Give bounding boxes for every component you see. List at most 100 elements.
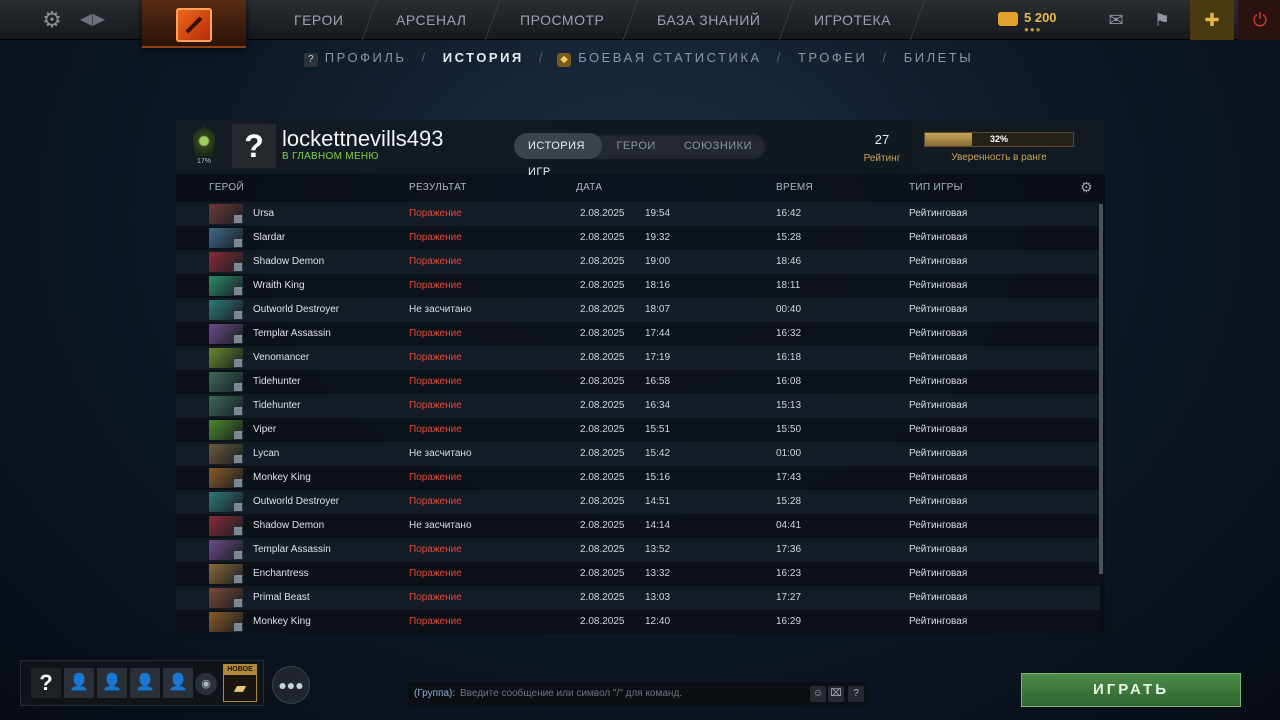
header-result[interactable]: РЕЗУЛЬТАТ — [409, 182, 467, 193]
match-time: 18:07 — [645, 304, 671, 315]
tab-allies[interactable]: СОЮЗНИКИ — [670, 133, 766, 159]
subnav-trophies[interactable]: ТРОФЕИ — [798, 50, 867, 65]
match-date: 2.08.2025 — [580, 328, 625, 339]
hero-portrait — [209, 588, 243, 608]
profile-question-icon: ? — [303, 53, 318, 67]
role-badge-icon — [233, 598, 243, 608]
voice-chat-icon[interactable]: ◉ — [195, 673, 217, 695]
settings-gear-icon[interactable]: ⚙ — [38, 6, 66, 34]
chat-wheel-icon[interactable]: ⌧ — [828, 686, 844, 702]
subnav-battle-stats[interactable]: БОЕВАЯ СТАТИСТИКА — [578, 50, 761, 65]
match-result: Не засчитано — [409, 520, 472, 531]
role-badge-icon — [233, 574, 243, 584]
find-party-icon[interactable]: ●●● — [272, 666, 310, 704]
new-event-button[interactable]: НОВОЕ ▰ — [223, 664, 257, 702]
match-date: 2.08.2025 — [580, 376, 625, 387]
header-duration[interactable]: ВРЕМЯ — [776, 182, 813, 193]
table-row[interactable]: Shadow Demon Не засчитано 2.08.2025 14:14 04… — [176, 514, 1100, 538]
hero-portrait — [209, 276, 243, 296]
subnav-tickets[interactable]: БИЛЕТЫ — [904, 50, 974, 65]
match-duration: 16:29 — [776, 616, 802, 627]
match-result: Поражение — [409, 592, 462, 603]
chat-help-icon[interactable]: ? — [848, 686, 864, 702]
scrollbar[interactable] — [1099, 204, 1103, 574]
tab-match-history[interactable]: ИСТОРИЯ ИГР — [514, 133, 603, 178]
tab-heroes[interactable]: ГЕРОИ — [602, 133, 669, 159]
match-duration: 01:00 — [776, 448, 802, 459]
banner-icon[interactable]: ⚑ — [1140, 0, 1184, 40]
hero-portrait — [209, 252, 243, 272]
subnav-history[interactable]: ИСТОРИЯ — [443, 50, 524, 65]
match-date: 2.08.2025 — [580, 520, 625, 531]
table-row[interactable]: Tidehunter Поражение 2.08.2025 16:58 16:08 Ре… — [176, 370, 1100, 394]
nav-heroes[interactable]: ГЕРОИ — [260, 0, 378, 40]
profile-header: 17% ? lockettnevills493 В ГЛАВНОМ МЕНЮ И… — [176, 120, 1105, 178]
table-row[interactable]: Monkey King Поражение 2.08.2025 12:40 16:29 Р… — [176, 610, 1100, 634]
table-row[interactable]: Ursa Поражение 2.08.2025 19:54 16:42 Рейтинго… — [176, 202, 1100, 226]
table-row[interactable]: Venomancer Поражение 2.08.2025 17:19 16:18 Ре… — [176, 346, 1100, 370]
game-type: Рейтинговая — [909, 544, 968, 555]
header-game-type[interactable]: ТИП ИГРЫ — [909, 182, 963, 193]
table-row[interactable]: Viper Поражение 2.08.2025 15:51 15:50 Рейтинг… — [176, 418, 1100, 442]
party-slot-empty-icon[interactable]: 👤 — [163, 668, 193, 698]
table-row[interactable]: Primal Beast Поражение 2.08.2025 13:03 17:27… — [176, 586, 1100, 610]
match-time: 15:16 — [645, 472, 671, 483]
header-hero[interactable]: ГЕРОЙ — [209, 182, 244, 193]
dota-plus-icon[interactable]: ✚ — [1190, 0, 1234, 40]
subnav-separator: / — [421, 50, 428, 65]
match-date: 2.08.2025 — [580, 208, 625, 219]
party-slot-empty-icon[interactable]: 👤 — [64, 668, 94, 698]
subnav-separator: / — [776, 50, 783, 65]
role-badge-icon — [233, 382, 243, 392]
emoji-icon[interactable]: ☺ — [810, 686, 826, 702]
profile-subnav: ? ПРОФИЛЬ / ИСТОРИЯ / ◆ БОЕВАЯ СТАТИСТИКА … — [0, 50, 1280, 70]
match-duration: 17:43 — [776, 472, 802, 483]
game-type: Рейтинговая — [909, 232, 968, 243]
mail-icon[interactable]: ✉ — [1094, 0, 1138, 40]
match-time: 19:54 — [645, 208, 671, 219]
table-row[interactable]: Enchantress Поражение 2.08.2025 13:32 16:23 Р… — [176, 562, 1100, 586]
nav-armory[interactable]: АРСЕНАЛ — [363, 0, 502, 40]
match-date: 2.08.2025 — [580, 352, 625, 363]
table-row[interactable]: Outworld Destroyer Поражение 2.08.2025 14:5… — [176, 490, 1100, 514]
match-result: Поражение — [409, 616, 462, 627]
table-row[interactable]: Lycan Не засчитано 2.08.2025 15:42 01:00 Рейт… — [176, 442, 1100, 466]
shards-currency[interactable]: 5 200 ●●● — [998, 6, 1072, 34]
chat-input[interactable]: (Группа): Введите сообщение или символ "… — [408, 682, 868, 706]
play-button[interactable]: ИГРАТЬ — [1021, 673, 1241, 707]
header-date[interactable]: ДАТА — [576, 182, 602, 193]
match-result: Поражение — [409, 280, 462, 291]
subnav-profile[interactable]: ПРОФИЛЬ — [325, 50, 407, 65]
table-row[interactable]: Slardar Поражение 2.08.2025 19:32 15:28 Рейти… — [176, 226, 1100, 250]
match-result: Не засчитано — [409, 304, 472, 315]
avatar[interactable]: ? — [232, 124, 276, 168]
table-row[interactable]: Shadow Demon Поражение 2.08.2025 19:00 18:46… — [176, 250, 1100, 274]
power-icon[interactable]: ⏻ — [1238, 0, 1280, 40]
nav-arcade[interactable]: ИГРОТЕКА — [780, 0, 925, 40]
game-type: Рейтинговая — [909, 256, 968, 267]
table-row[interactable]: Outworld Destroyer Не засчитано 2.08.2025 1… — [176, 298, 1100, 322]
party-slot-empty-icon[interactable]: 👤 — [97, 668, 127, 698]
party-slot-empty-icon[interactable]: 👤 — [130, 668, 160, 698]
match-duration: 16:32 — [776, 328, 802, 339]
match-time: 13:52 — [645, 544, 671, 555]
table-settings-gear-icon[interactable]: ⚙ — [1080, 179, 1093, 196]
match-result: Поражение — [409, 472, 462, 483]
game-type: Рейтинговая — [909, 280, 968, 291]
dota-logo-button[interactable] — [142, 0, 246, 48]
table-row[interactable]: Monkey King Поражение 2.08.2025 15:16 17:43 Р… — [176, 466, 1100, 490]
table-row[interactable]: Templar Assassin Поражение 2.08.2025 17:44 1… — [176, 322, 1100, 346]
back-forward-arrows-icon[interactable]: ◀ ▶ — [80, 8, 110, 32]
match-duration: 15:28 — [776, 232, 802, 243]
table-row[interactable]: Wraith King Поражение 2.08.2025 18:16 18:11 Р… — [176, 274, 1100, 298]
role-badge-icon — [233, 238, 243, 248]
match-result: Поражение — [409, 208, 462, 219]
rank-medal-icon[interactable]: 17% — [188, 126, 220, 168]
table-row[interactable]: Tidehunter Поражение 2.08.2025 16:34 15:13 Ре… — [176, 394, 1100, 418]
hero-portrait — [209, 444, 243, 464]
nav-watch[interactable]: ПРОСМОТР — [486, 0, 639, 40]
nav-knowledge-base[interactable]: БАЗА ЗНАНИЙ — [623, 0, 795, 40]
game-type: Рейтинговая — [909, 496, 968, 507]
table-row[interactable]: Templar Assassin Поражение 2.08.2025 13:52 1… — [176, 538, 1100, 562]
party-slot-self[interactable]: ? — [31, 668, 61, 698]
